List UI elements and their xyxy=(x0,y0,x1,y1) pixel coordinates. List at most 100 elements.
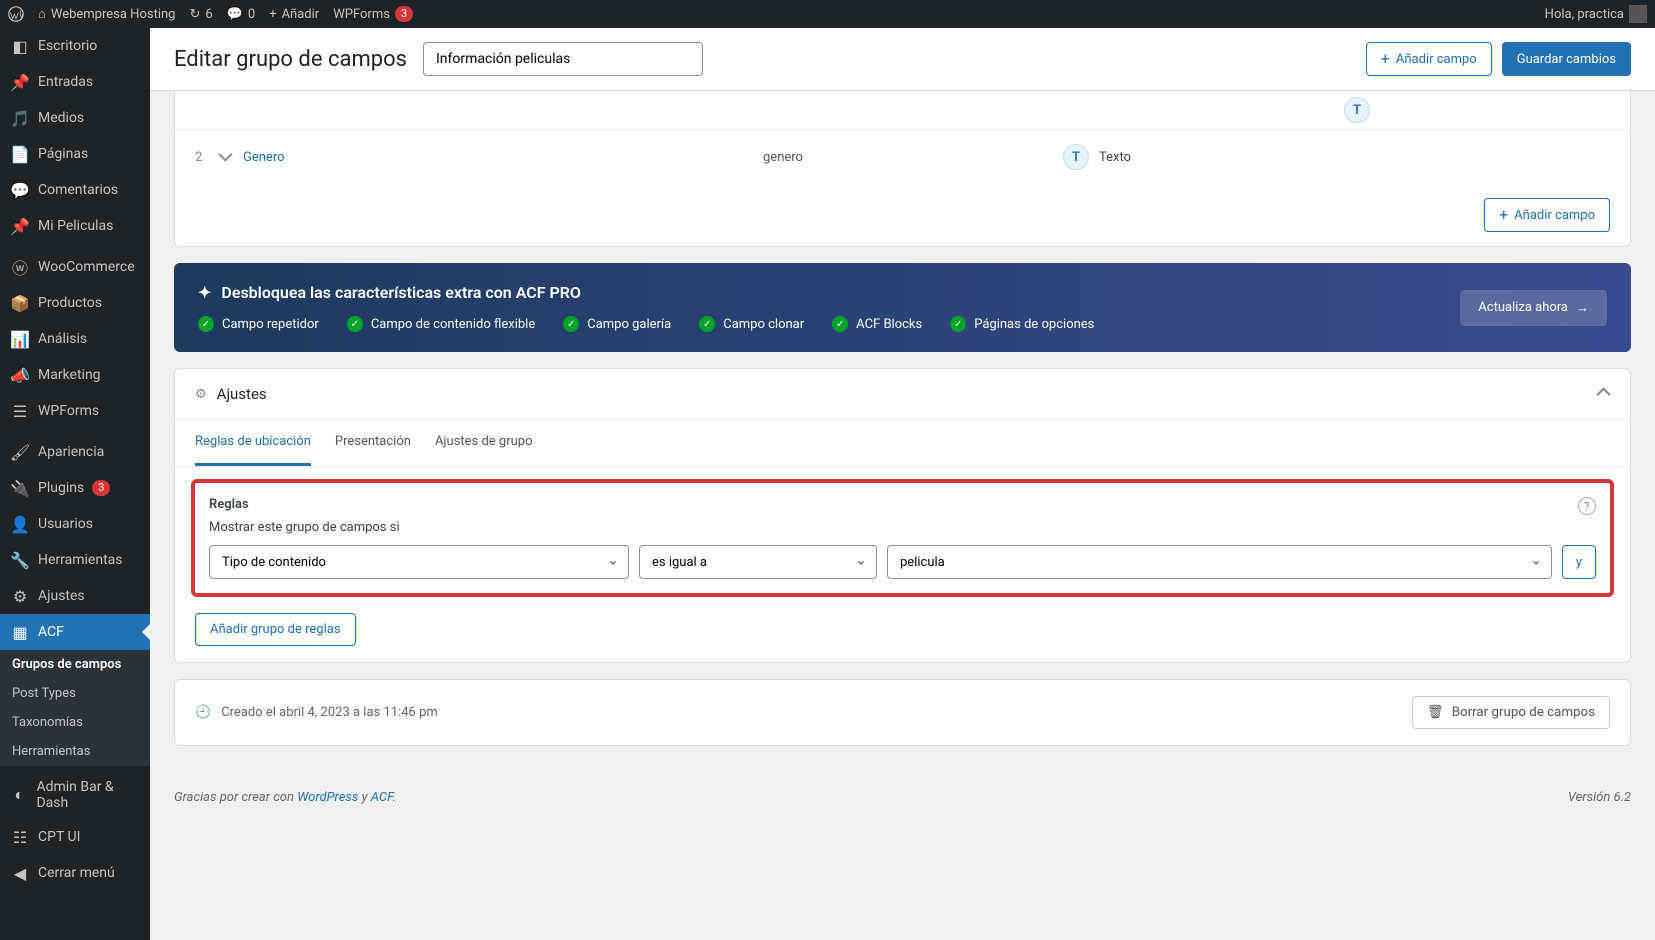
sidebar-item-acf[interactable]: ▦ACF xyxy=(0,614,150,650)
sidebar-item-label: Ajustes xyxy=(38,588,85,604)
delete-group-button[interactable]: 🗑Borrar grupo de campos xyxy=(1412,696,1610,729)
promo-feature: ✓Campo clonar xyxy=(699,316,804,332)
sidebar-item-label: WPForms xyxy=(38,403,99,419)
site-name-link[interactable]: ⌂Webempresa Hosting xyxy=(38,6,175,22)
sidebar-item-productos[interactable]: 📦Productos xyxy=(0,285,150,321)
tab-presentación[interactable]: Presentación xyxy=(335,420,411,466)
field-order: 2 xyxy=(195,150,219,165)
field-row-partial[interactable]: T xyxy=(175,91,1630,129)
rule-param-select[interactable]: Tipo de contenido xyxy=(209,545,629,579)
account-link[interactable]: Hola, practica xyxy=(1545,5,1647,23)
sidebar-sub-post-types[interactable]: Post Types xyxy=(0,679,150,708)
wp-footer: Gracias por crear con WordPress y ACF. V… xyxy=(150,770,1655,825)
sidebar-item-label: Admin Bar & Dash xyxy=(36,779,140,811)
collapse-icon: ◀ xyxy=(10,863,30,883)
badge: 3 xyxy=(92,480,110,496)
chevron-up-icon[interactable] xyxy=(1600,387,1610,402)
sidebar-item-escritorio[interactable]: ◧Escritorio xyxy=(0,28,150,64)
sidebar-item-apariencia[interactable]: 🖌 Apariencia xyxy=(0,434,150,470)
rule-operator-select[interactable]: es igual a xyxy=(639,545,877,579)
sidebar-item-label: Análisis xyxy=(38,331,87,347)
add-rule-group-button[interactable]: Añadir grupo de reglas xyxy=(195,613,356,646)
promo-feature: ✓Campo galería xyxy=(563,316,671,332)
sidebar-item-medios[interactable]: 🎵Medios xyxy=(0,100,150,136)
analytics-icon: 📊 xyxy=(10,329,30,349)
sidebar-item-entradas[interactable]: 📌 Entradas xyxy=(0,64,150,100)
brush-icon: 🖌 xyxy=(10,442,30,462)
plug-icon: 🔌 xyxy=(10,478,30,498)
add-new-link[interactable]: +Añadir xyxy=(269,7,319,22)
field-row[interactable]: 2 Genero genero TTexto xyxy=(175,129,1630,184)
sidebar-item-wpforms[interactable]: ☰WPForms xyxy=(0,393,150,429)
sidebar-item-woocommerce[interactable]: ⓦWooCommerce xyxy=(0,249,150,285)
upgrade-now-button[interactable]: Actualiza ahora→ xyxy=(1460,290,1607,326)
sidebar-item-label: Mi Peliculas xyxy=(38,218,113,234)
main-content: Editar grupo de campos +Añadir campo Gua… xyxy=(150,28,1655,940)
sidebar-item-análisis[interactable]: 📊 Análisis xyxy=(0,321,150,357)
sparkle-icon: ✦ xyxy=(198,283,211,302)
check-icon: ✓ xyxy=(832,316,848,332)
acf-link[interactable]: ACF xyxy=(371,790,393,805)
clock-icon: 🕘 xyxy=(195,705,211,720)
sidebar-item-label: Usuarios xyxy=(38,516,93,532)
sidebar-item-cpt-ui[interactable]: ☷CPT UI xyxy=(0,819,150,855)
sidebar-item-comentarios[interactable]: 💬Comentarios xyxy=(0,172,150,208)
comments-link[interactable]: 💬0 xyxy=(227,7,256,22)
promo-feature: ✓Campo repetidor xyxy=(198,316,319,332)
wp-logo[interactable] xyxy=(8,6,24,22)
sidebar-sub-taxonomías[interactable]: Taxonomías xyxy=(0,708,150,737)
field-slug: genero xyxy=(763,150,1063,165)
trash-icon: 🗑 xyxy=(1427,705,1444,720)
wrench-icon: 🔧 xyxy=(10,550,30,570)
page-icon: 📄 xyxy=(10,144,30,164)
add-and-rule-button[interactable]: y xyxy=(1562,545,1596,579)
promo-feature: ✓ACF Blocks xyxy=(832,316,922,332)
sidebar-sub-herramientas[interactable]: Herramientas xyxy=(0,737,150,766)
sidebar-item-usuarios[interactable]: 👤Usuarios xyxy=(0,506,150,542)
tab-ajustes-de-grupo[interactable]: Ajustes de grupo xyxy=(435,420,533,466)
group-title-input[interactable] xyxy=(423,42,703,76)
sidebar-item-label: Páginas xyxy=(38,146,88,162)
rules-highlight-box: ? Reglas Mostrar este grupo de campos si… xyxy=(191,479,1614,597)
field-name-link[interactable]: Genero xyxy=(243,150,285,165)
version-text: Versión 6.2 xyxy=(1568,790,1631,805)
check-icon: ✓ xyxy=(347,316,363,332)
add-field-button-bottom[interactable]: +Añadir campo xyxy=(1484,198,1610,232)
gear-icon: ⚙ xyxy=(195,387,207,402)
help-icon[interactable]: ? xyxy=(1578,497,1596,515)
sidebar-item-label: Apariencia xyxy=(38,444,104,460)
rule-value-select[interactable]: pelicula xyxy=(887,545,1552,579)
sidebar-item-mi-peliculas[interactable]: 📌 Mi Peliculas xyxy=(0,208,150,244)
sliders-icon: ⚙ xyxy=(10,586,30,606)
megaphone-icon: 📣 xyxy=(10,365,30,385)
chevron-down-icon[interactable] xyxy=(219,150,243,165)
plus-icon: + xyxy=(1499,207,1508,223)
page-title: Editar grupo de campos xyxy=(174,47,407,72)
check-icon: ✓ xyxy=(699,316,715,332)
meta-footer: 🕘 Creado el abril 4, 2023 a las 11:46 pm… xyxy=(174,679,1631,746)
wpforms-link[interactable]: WPForms3 xyxy=(333,6,413,22)
sidebar-item-label: Entradas xyxy=(38,74,93,90)
save-button[interactable]: Guardar cambios xyxy=(1502,42,1631,76)
pin-icon: 📌 xyxy=(10,216,30,236)
sidebar-sub-grupos-de-campos[interactable]: Grupos de campos xyxy=(0,650,150,679)
sidebar-item-cerrar-menú[interactable]: ◀Cerrar menú xyxy=(0,855,150,891)
sidebar-item-label: Escritorio xyxy=(38,38,97,54)
settings-title: Ajustes xyxy=(217,385,267,403)
sidebar-item-herramientas[interactable]: 🔧Herramientas xyxy=(0,542,150,578)
acf-pro-promo: ✦Desbloquea las características extra co… xyxy=(174,263,1631,352)
sidebar-item-admin-bar-&-dash[interactable]: ◐Admin Bar & Dash xyxy=(0,771,150,819)
sidebar-item-label: Productos xyxy=(38,295,102,311)
wordpress-link[interactable]: WordPress xyxy=(297,790,358,805)
sidebar-item-label: ACF xyxy=(38,624,64,640)
sidebar-item-páginas[interactable]: 📄 Páginas xyxy=(0,136,150,172)
pin-icon: 📌 xyxy=(10,72,30,92)
home-icon: ⌂ xyxy=(38,6,46,22)
tab-reglas-de-ubicación[interactable]: Reglas de ubicación xyxy=(195,420,311,466)
sidebar-item-plugins[interactable]: 🔌Plugins3 xyxy=(0,470,150,506)
updates-link[interactable]: ↻6 xyxy=(189,7,212,22)
sidebar-item-ajustes[interactable]: ⚙ Ajustes xyxy=(0,578,150,614)
add-field-button-top[interactable]: +Añadir campo xyxy=(1366,42,1492,76)
wpforms-badge: 3 xyxy=(395,6,413,22)
sidebar-item-marketing[interactable]: 📣Marketing xyxy=(0,357,150,393)
